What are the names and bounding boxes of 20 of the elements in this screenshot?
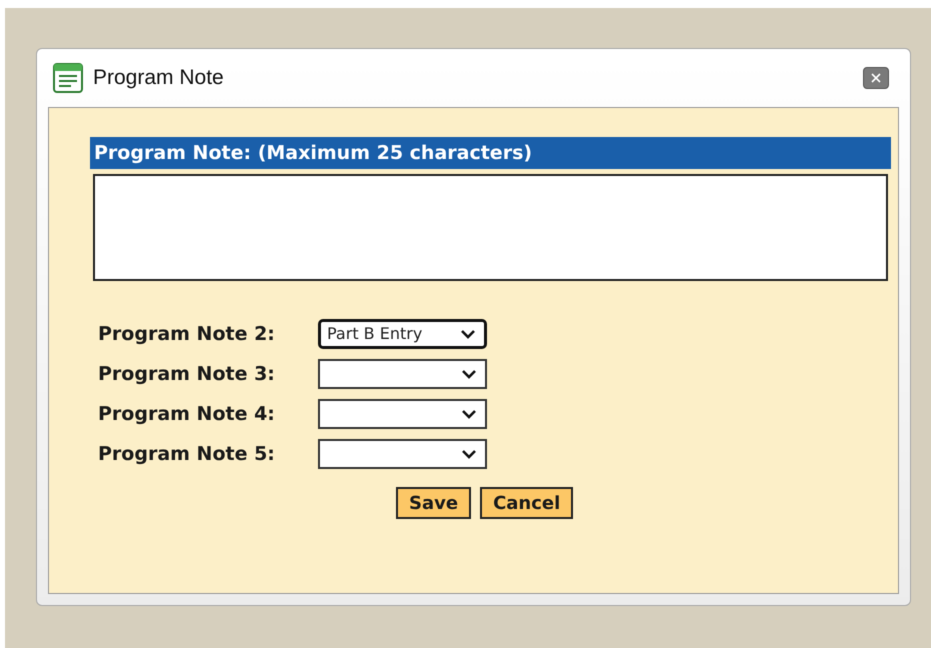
- note-dropdown[interactable]: [318, 399, 487, 429]
- document-icon: [53, 63, 83, 93]
- field-label: Program Note 2:: [98, 322, 276, 347]
- save-button[interactable]: Save: [396, 487, 472, 519]
- chevron-down-icon: [460, 329, 476, 339]
- note-field-header: Program Note: (Maximum 25 characters): [90, 137, 891, 169]
- note-dropdown[interactable]: [318, 359, 487, 389]
- field-label: Program Note 3:: [98, 362, 276, 387]
- note-dropdown[interactable]: Part B Entry: [318, 319, 487, 349]
- field-label: Program Note 4:: [98, 402, 276, 427]
- window-title: Program Note: [93, 65, 224, 92]
- chevron-down-icon: [461, 449, 477, 459]
- note-dropdown[interactable]: [318, 439, 487, 469]
- note-textarea[interactable]: [93, 174, 888, 281]
- close-button[interactable]: [863, 67, 889, 89]
- field-label: Program Note 5:: [98, 442, 276, 467]
- close-icon: [870, 72, 882, 84]
- cancel-button[interactable]: Cancel: [480, 487, 574, 519]
- chevron-down-icon: [461, 409, 477, 419]
- chevron-down-icon: [461, 369, 477, 379]
